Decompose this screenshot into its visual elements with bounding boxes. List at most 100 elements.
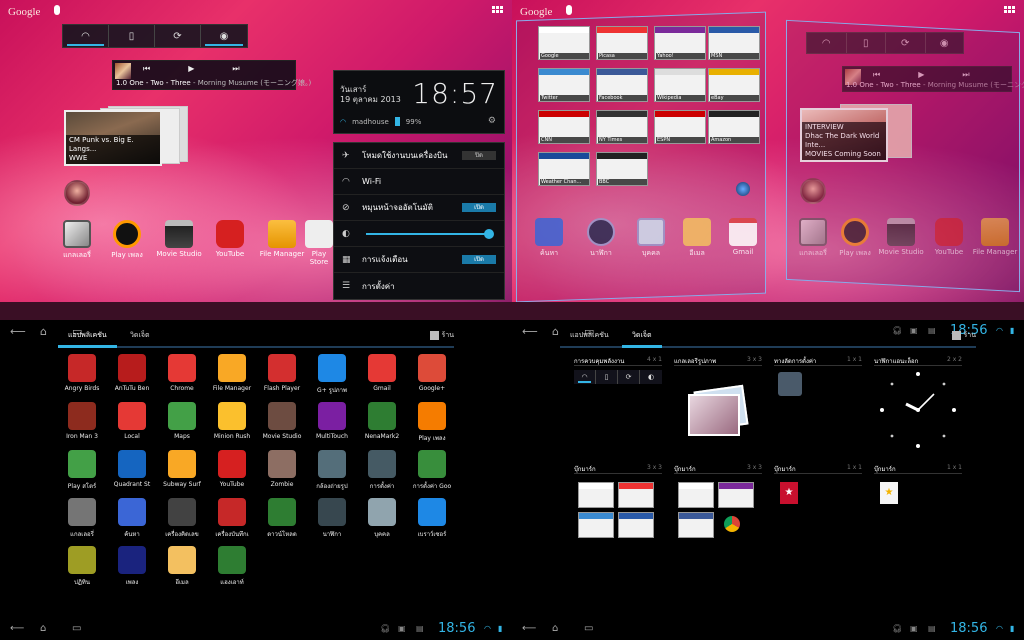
dock-movie-studio[interactable]: Movie Studio [876,218,926,256]
store-button[interactable]: ร้าน [429,330,454,341]
app-icon-item[interactable]: กล้องถ่ายรูป [307,450,357,491]
dock-people[interactable]: บุคคล [626,218,676,259]
play-button[interactable]: ▶ [188,64,194,74]
app-icon-item[interactable]: แกลเลอรี่ [57,498,107,539]
dock-clock[interactable]: นาฬิกา [576,218,626,259]
bookmark-thumb[interactable]: Google [538,26,590,60]
app-icon-item[interactable]: Play เพลง [407,402,457,443]
app-icon-item[interactable]: Iron Man 3 [57,402,107,440]
brightness-slider[interactable] [366,229,494,239]
all-apps-icon[interactable] [492,6,504,16]
tab-apps[interactable]: แอปพลิเคชัน [560,330,619,345]
dock-search[interactable]: ค้นหา [524,218,574,259]
back-icon[interactable]: ⟵ [10,623,24,634]
dock-play-music[interactable]: Play เพลง [102,220,152,261]
recents-icon[interactable]: ▭ [72,623,81,634]
bookmark-thumb[interactable]: Picasa [596,26,648,60]
back-icon[interactable]: ⟵ [10,325,26,338]
airplane-mode-row[interactable]: ✈ โหมดใช้งานบนเครื่องบิน ปิด [334,143,504,169]
back-icon[interactable]: ⟵ [522,623,536,634]
app-icon-item[interactable]: File Manager [207,354,257,392]
bookmark-thumb[interactable]: MSN [708,26,760,60]
app-icon-item[interactable]: Maps [157,402,207,440]
app-icon-item[interactable]: อีเมล [157,546,207,587]
app-icon-item[interactable]: Zombie [257,450,307,488]
bookmark-thumb[interactable]: Wikipedia [654,68,706,102]
app-icon-item[interactable]: Chrome [157,354,207,392]
app-icon-item[interactable]: NenaMark2 [357,402,407,440]
dock-file-manager[interactable]: File Manager [970,218,1020,256]
contact-avatar[interactable] [64,180,90,206]
wifi-toggle[interactable]: ◠ [807,33,847,53]
app-icon-item[interactable]: G+ รูปภาพ [307,354,357,395]
app-icon-item[interactable]: เบราว์เซอร์ [407,498,457,539]
tab-apps[interactable]: แอปพลิเคชัน [58,330,117,348]
bookmark-thumb[interactable]: CNN [538,110,590,144]
app-icon-item[interactable]: เครื่องบันทึกเ [207,498,257,539]
widget-analog-clock[interactable]: นาฬิกาแอนะล็อก 2 x 2 [874,356,962,448]
globe-icon[interactable] [736,182,750,196]
app-icon-item[interactable]: การตั้งค่า Goo [407,450,457,491]
sync-toggle[interactable]: ⟳ [886,33,926,53]
app-icon-item[interactable]: เครื่องคิดเลข [157,498,207,539]
dock-youtube[interactable]: YouTube [205,220,255,258]
back-icon[interactable]: ⟵ [522,325,538,338]
app-icon-item[interactable]: Minion Rush [207,402,257,440]
quick-settings-icon[interactable]: ⚙ [488,116,496,126]
bluetooth-toggle[interactable]: ▯ [847,33,886,53]
dock-email[interactable]: อีเมล [672,218,722,259]
widget-power-control[interactable]: การควบคุมพลังงาน 4 x 1 ◠ ▯ ⟳ ◐ [574,356,662,436]
youtube-widget[interactable]: CM Punk vs. Big E. Langs... WWE [64,106,192,168]
previous-track-button[interactable]: ⏮ [873,70,880,80]
bookmark-thumb[interactable]: Weather Chan... [538,152,590,186]
app-icon-item[interactable]: Gmail [357,354,407,392]
bookmark-thumb[interactable]: Amazon [708,110,760,144]
wifi-row[interactable]: ◠ Wi-Fi [334,169,504,195]
widget-photo-gallery[interactable]: แกลเลอรีรูปภาพ 3 x 3 [674,356,762,436]
app-icon-item[interactable]: Flash Player [257,354,307,392]
dock-gmail[interactable]: Gmail [718,218,768,256]
clock[interactable]: 18:56 [438,621,475,636]
notifications-row[interactable]: ▦ การแจ้งเตือน เปิด [334,247,504,273]
bookmark-thumb[interactable]: Twitter [538,68,590,102]
app-icon-item[interactable]: Angry Birds [57,354,107,392]
bookmark-thumb[interactable]: ESPN [654,110,706,144]
home-icon[interactable]: ⌂ [40,325,47,338]
bookmark-thumb[interactable]: Facebook [596,68,648,102]
dock-gallery[interactable]: แกลเลอรี่ [52,220,102,261]
dock-movie-studio[interactable]: Movie Studio [154,220,204,258]
app-icon-item[interactable]: ค้นหา [107,498,157,539]
store-button[interactable]: ร้าน [951,330,976,341]
bluetooth-toggle[interactable]: ▯ [109,25,155,47]
next-track-button[interactable]: ⏭ [232,64,239,74]
app-icon-item[interactable]: MultiTouch [307,402,357,440]
bookmark-thumb[interactable]: eBay [708,68,760,102]
widget-bookmark[interactable]: บุ๊กมาร์ก 3 x 3 [674,464,762,544]
app-icon-item[interactable]: การตั้งค่า [357,450,407,491]
next-track-button[interactable]: ⏭ [962,70,969,80]
settings-row[interactable]: ☰ การตั้งค่า [334,273,504,299]
dock-file-manager[interactable]: File Manager [257,220,307,258]
notifications-toggle[interactable]: เปิด [462,255,496,264]
home-icon[interactable]: ⌂ [40,623,46,634]
dock-youtube[interactable]: YouTube [924,218,974,256]
wifi-toggle[interactable]: ◠ [63,25,109,47]
dock-play-music[interactable]: Play เพลง [830,218,880,259]
app-icon-item[interactable]: Subway Surf [157,450,207,488]
app-icon-item[interactable]: ปฏิทิน [57,546,107,587]
bookmark-thumb[interactable]: NY Times [596,110,648,144]
app-icon-item[interactable]: Local [107,402,157,440]
microphone-icon[interactable] [566,5,572,15]
previous-track-button[interactable]: ⏮ [143,64,150,74]
bookmark-thumb[interactable]: Yahoo! [654,26,706,60]
brightness-toggle[interactable]: ◉ [201,25,247,47]
app-icon-item[interactable]: Google+ [407,354,457,392]
play-button[interactable]: ▶ [918,70,924,80]
app-icon-item[interactable]: Play สโตร์ [57,450,107,491]
app-icon-item[interactable]: Movie Studio [257,402,307,440]
auto-rotate-row[interactable]: ⊘ หมุนหน้าจออัตโนมัติ เปิด [334,195,504,221]
brightness-slider-knob[interactable] [484,229,494,239]
widget-bookmark[interactable]: บุ๊กมาร์ก 3 x 3 [574,464,662,544]
tab-widgets[interactable]: วิดเจ็ต [622,330,662,348]
widget-settings-shortcut[interactable]: ทางลัดการตั้งค่า 1 x 1 [774,356,862,436]
